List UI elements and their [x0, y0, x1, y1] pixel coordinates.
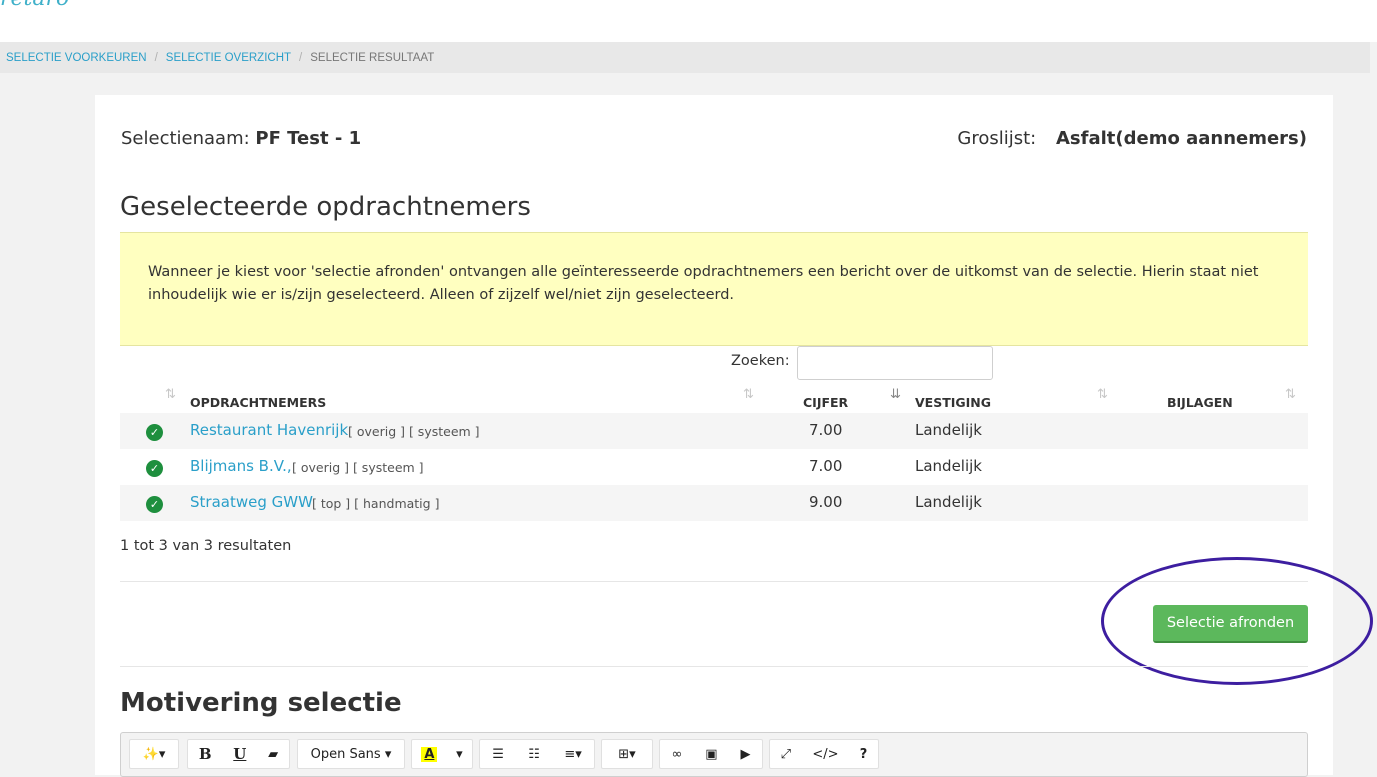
image-icon[interactable]: ▣ — [700, 747, 722, 762]
check-circle-icon: ✓ — [146, 460, 163, 477]
groslijst-label: Groslijst: — [957, 128, 1037, 149]
top-header: retaro — [0, 0, 1377, 42]
contractor-location: Landelijk — [915, 457, 982, 475]
contractor-name-link[interactable]: Straatweg GWW — [190, 493, 313, 511]
selection-name: Selectienaam: PF Test - 1 — [121, 128, 361, 149]
motivation-title: Motivering selectie — [120, 688, 402, 718]
breadcrumb-selectie-overzicht[interactable]: SELECTIE OVERZICHT — [166, 52, 291, 64]
contractor-location: Landelijk — [915, 421, 982, 439]
table-row: ✓ Blijmans B.V., [ overig ] [ systeem ] … — [120, 449, 1308, 485]
sort-icon[interactable]: ⇅ — [743, 387, 754, 402]
contractor-tags: [ top ] [ handmatig ] — [312, 496, 440, 511]
eraser-icon[interactable]: ▰ — [263, 747, 283, 762]
table-row: ✓ Restaurant Havenrijk [ overig ] [ syst… — [120, 413, 1308, 449]
code-view-icon[interactable]: </> — [807, 747, 843, 762]
results-count: 1 tot 3 van 3 resultaten — [120, 538, 292, 554]
toolbar-group-view: ⤢ </> ? — [769, 739, 879, 769]
magic-icon[interactable]: ✨▾ — [138, 747, 171, 762]
breadcrumb-selectie-resultaat: SELECTIE RESULTAAT — [310, 51, 435, 64]
column-header-cijfer[interactable]: CIJFER — [803, 395, 848, 410]
align-icon[interactable]: ≡▾ — [559, 747, 586, 762]
contractor-score: 7.00 — [809, 421, 843, 439]
underline-icon[interactable]: U — [228, 745, 251, 763]
color-dropdown-icon[interactable]: ▾ — [451, 747, 468, 762]
editor-toolbar: ✨▾ B U ▰ Open Sans ▾ A ▾ ☰ ☷ ≡▾ ⊞▾ ∞ ▣ ▶… — [120, 732, 1308, 777]
bullet-list-icon[interactable]: ☰ — [487, 747, 509, 762]
sort-icon[interactable]: ⇅ — [165, 387, 176, 402]
check-circle-icon: ✓ — [146, 424, 163, 441]
table-row: ✓ Straatweg GWW [ top ] [ handmatig ] 9.… — [120, 485, 1308, 521]
video-icon[interactable]: ▶ — [736, 747, 756, 762]
toolbar-group-font: B U ▰ — [187, 739, 290, 769]
fullscreen-icon[interactable]: ⤢ — [776, 747, 796, 762]
column-header-vestiging[interactable]: VESTIGING — [915, 395, 991, 410]
contractor-score: 7.00 — [809, 457, 843, 475]
contractor-name-link[interactable]: Restaurant Havenrijk — [190, 421, 348, 439]
column-header-bijlagen[interactable]: BIJLAGEN — [1167, 395, 1233, 410]
contractor-tags: [ overig ] [ systeem ] — [348, 424, 480, 439]
section-title: Geselecteerde opdrachtnemers — [120, 192, 531, 222]
groslijst-value: Asfalt(demo aannemers) — [1055, 128, 1307, 149]
sort-icon[interactable]: ⇅ — [1285, 387, 1296, 402]
contractor-location: Landelijk — [915, 493, 982, 511]
column-header-opdrachtnemers[interactable]: OPDRACHTNEMERS — [190, 395, 326, 410]
selection-name-label: Selectienaam: — [121, 128, 250, 149]
font-select-label: Open Sans — [310, 746, 381, 762]
breadcrumb: SELECTIE VOORKEUREN / SELECTIE OVERZICHT… — [0, 42, 1370, 73]
bold-icon[interactable]: B — [194, 745, 217, 763]
contractor-name-link[interactable]: Blijmans B.V., — [190, 457, 292, 475]
breadcrumb-separator: / — [154, 51, 158, 64]
groslijst: Groslijst: Asfalt(demo aannemers) — [957, 128, 1307, 149]
selection-name-value: PF Test - 1 — [255, 128, 362, 149]
table-icon[interactable]: ⊞▾ — [613, 747, 640, 762]
logo[interactable]: retaro — [0, 0, 69, 11]
divider — [120, 666, 1308, 667]
search-input[interactable] — [797, 346, 993, 380]
font-select[interactable]: Open Sans ▾ — [306, 747, 397, 762]
main-panel: Selectienaam: PF Test - 1 Groslijst: Asf… — [95, 95, 1373, 777]
help-icon[interactable]: ? — [855, 747, 873, 762]
contractor-score: 9.00 — [809, 493, 843, 511]
check-circle-icon: ✓ — [146, 496, 163, 513]
breadcrumb-selectie-voorkeuren[interactable]: SELECTIE VOORKEUREN — [6, 52, 147, 64]
notice-box: Wanneer je kiest voor 'selectie afronden… — [120, 232, 1308, 346]
toolbar-group-para: ☰ ☷ ≡▾ — [479, 739, 595, 769]
toolbar-group-style: ✨▾ — [129, 739, 179, 769]
link-icon[interactable]: ∞ — [666, 747, 687, 762]
contractor-tags: [ overig ] [ systeem ] — [292, 460, 424, 475]
breadcrumb-separator: / — [299, 51, 303, 64]
toolbar-group-color: A ▾ — [411, 739, 473, 769]
text-color-icon[interactable]: A — [416, 746, 442, 762]
sort-desc-icon[interactable]: ⇊ — [890, 387, 901, 402]
sort-icon[interactable]: ⇅ — [1097, 387, 1108, 402]
numbered-list-icon[interactable]: ☷ — [523, 747, 545, 762]
toolbar-group-insert: ∞ ▣ ▶ — [659, 739, 763, 769]
search-label: Zoeken: — [731, 353, 790, 369]
toolbar-group-table: ⊞▾ — [601, 739, 653, 769]
toolbar-group-fontname: Open Sans ▾ — [297, 739, 405, 769]
